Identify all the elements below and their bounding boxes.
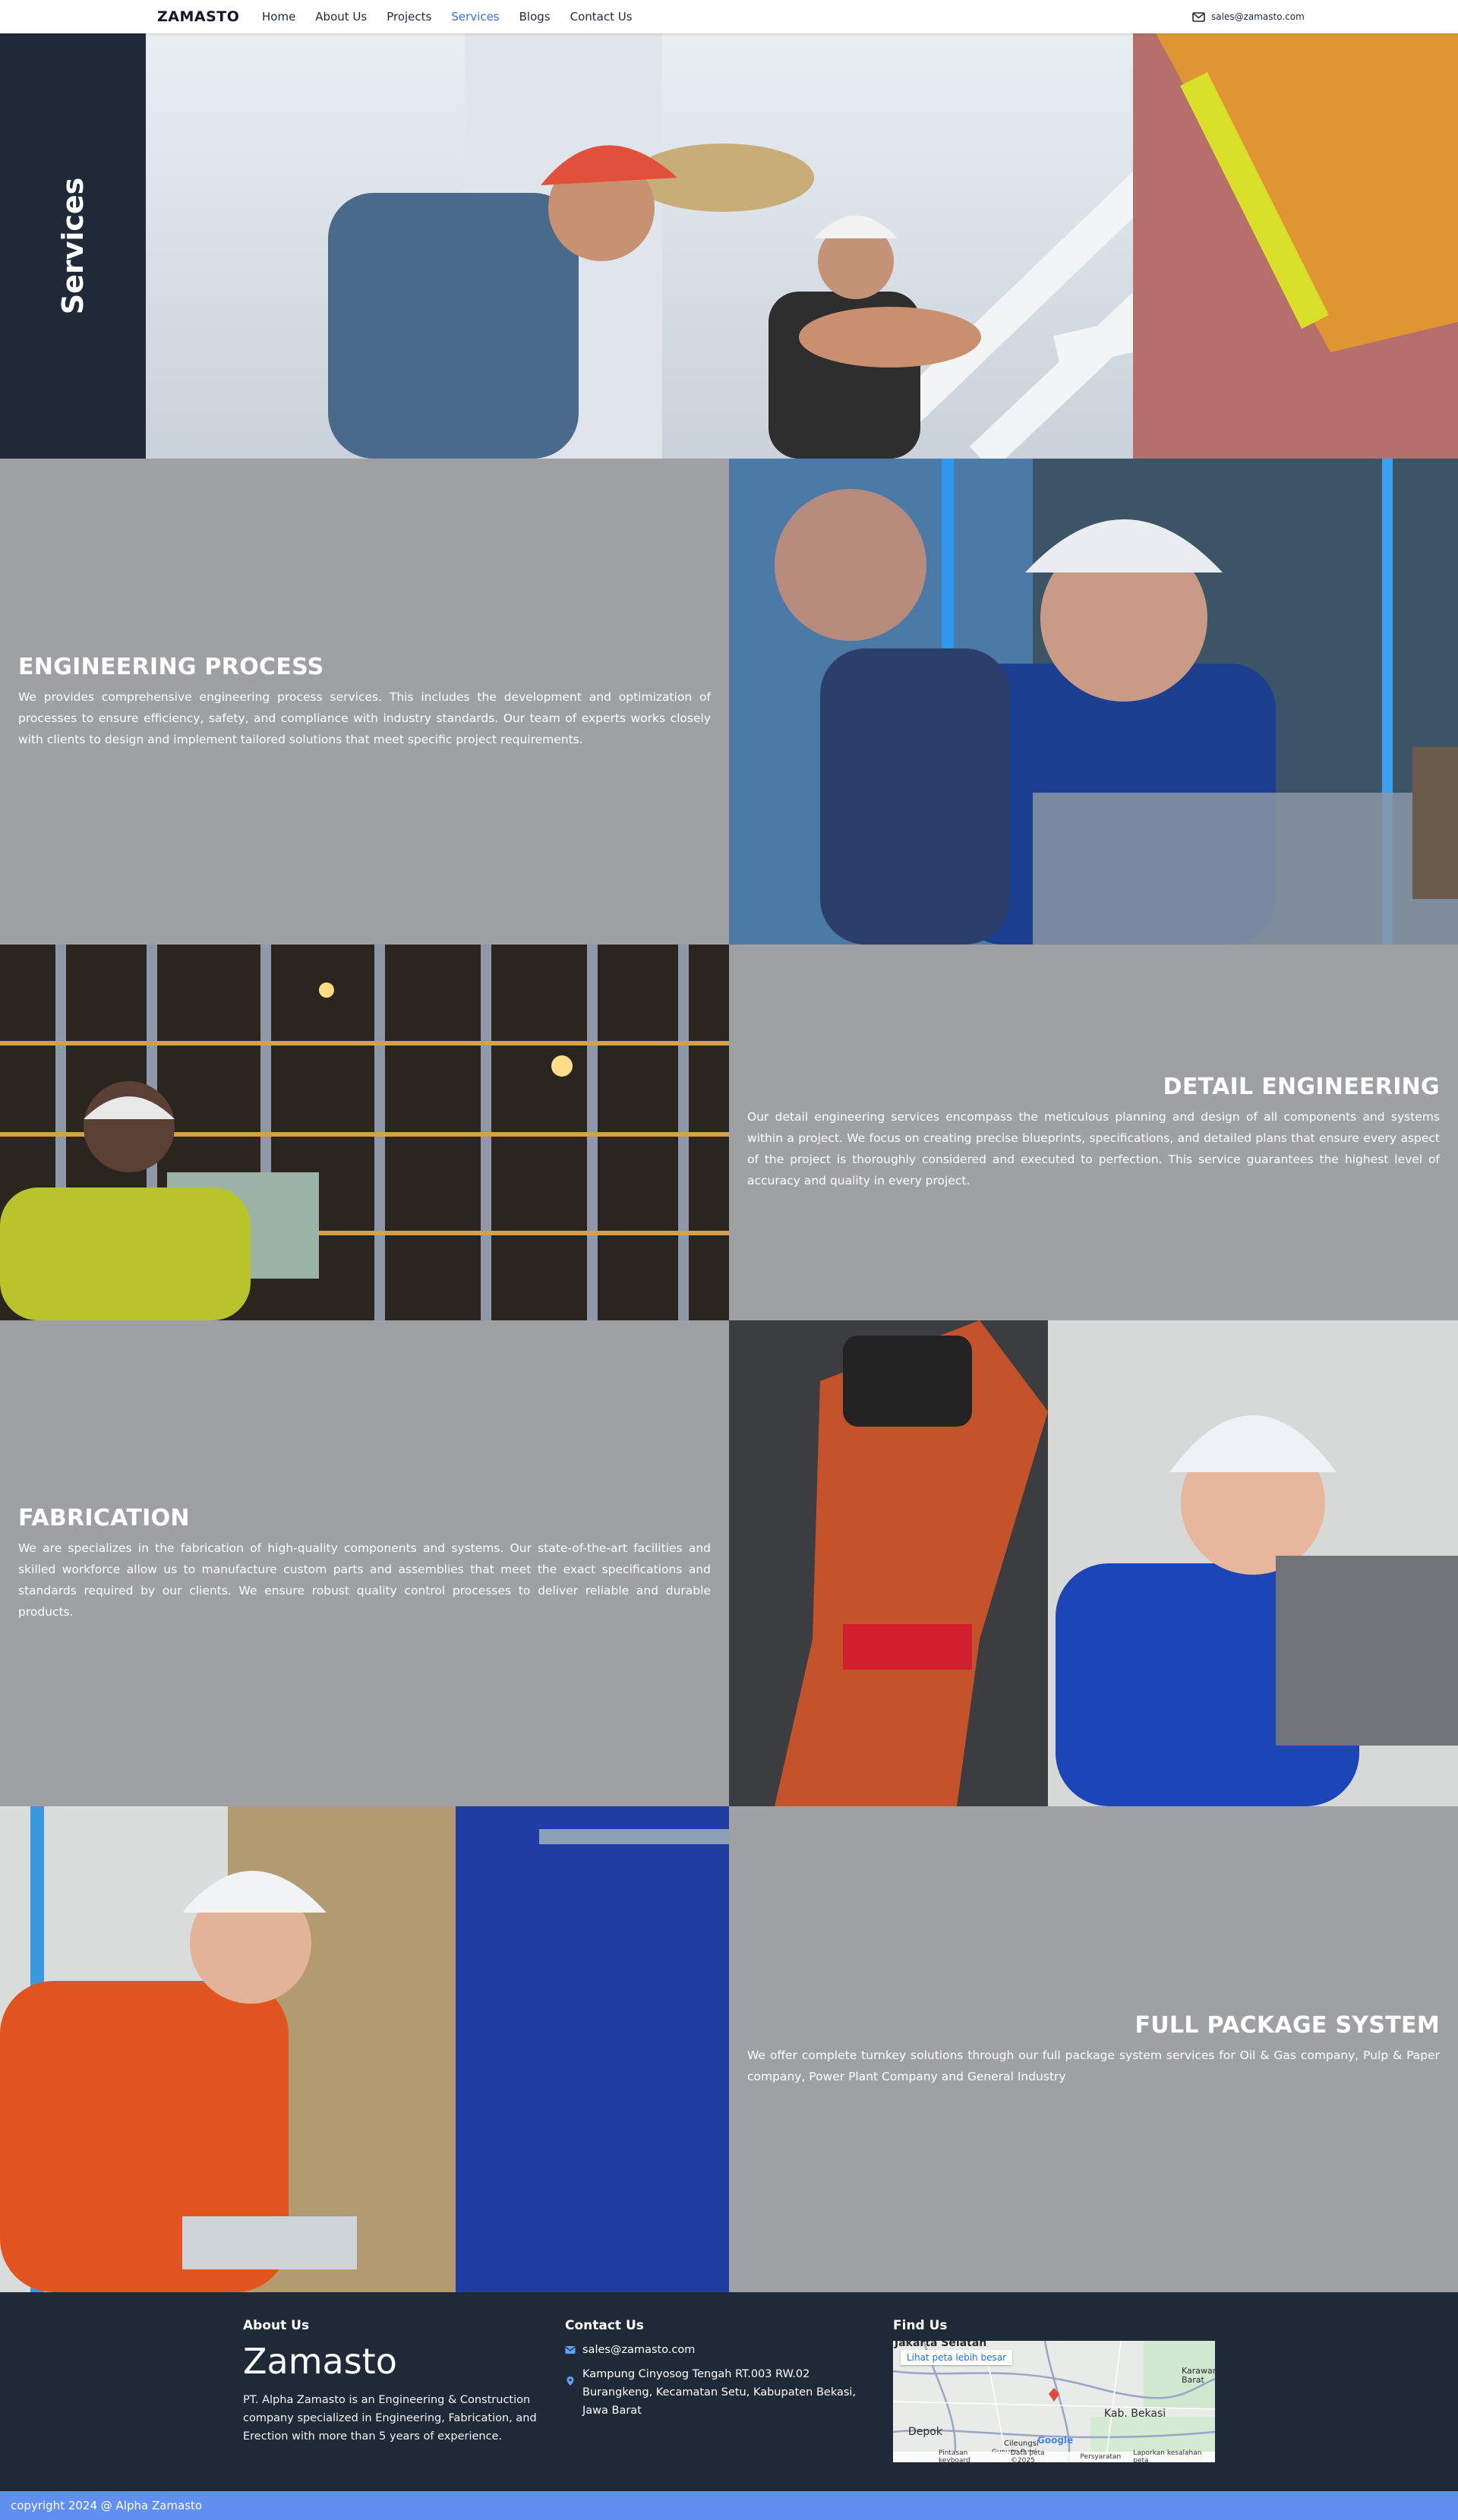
footer-address: Kampung Cinyosog Tengah RT.003 RW.02 Bur…: [582, 2368, 857, 2417]
copyright-bar: copyright 2024 @ Alpha Zamasto: [0, 2491, 1458, 2520]
nav-link-contact-us[interactable]: Contact Us: [570, 10, 633, 24]
footer-about: About Us Zamasto PT. Alpha Zamasto is an…: [243, 2318, 547, 2446]
nav-link-blogs[interactable]: Blogs: [519, 10, 551, 24]
service-text-panel: FULL PACKAGE SYSTEM We offer complete tu…: [729, 1806, 1458, 2292]
copyright-text: copyright 2024 @ Alpha Zamasto: [11, 2499, 203, 2512]
map-label-kab-bekasi: Kab. Bekasi: [1104, 2408, 1166, 2420]
map-label-cileungsi: Cileungsi: [1004, 2440, 1039, 2448]
footer-about-heading: About Us: [243, 2318, 310, 2333]
brand-logo[interactable]: ZAMASTO: [157, 0, 239, 33]
service-image-engineers-inspecting: [729, 459, 1458, 945]
service-title: FABRICATION: [18, 1504, 190, 1531]
site-footer: About Us Zamasto PT. Alpha Zamasto is an…: [0, 2292, 1458, 2491]
service-engineering-process: ENGINEERING PROCESS We provides comprehe…: [0, 459, 1458, 945]
map-data-credit: Data peta ©2025: [1010, 2449, 1045, 2462]
nav-link-about-us[interactable]: About Us: [315, 10, 367, 24]
main-nav: Home About Us Projects Services Blogs Co…: [262, 0, 633, 33]
service-text-panel: ENGINEERING PROCESS We provides comprehe…: [0, 459, 729, 945]
map-label-depok: Depok: [908, 2426, 942, 2438]
service-image-plant-control-room: [0, 945, 729, 1320]
hero-sidebar: Services: [0, 33, 146, 459]
footer-find-heading: Find Us: [893, 2318, 948, 2333]
nav-link-services[interactable]: Services: [451, 10, 499, 24]
footer-brand: Zamasto: [243, 2341, 397, 2382]
service-full-package-system: FULL PACKAGE SYSTEM We offer complete tu…: [0, 1806, 1458, 2292]
map-keyboard-shortcuts[interactable]: Pintasan keyboard: [939, 2449, 999, 2462]
map-view-larger-link[interactable]: Lihat peta lebih besar: [901, 2350, 1012, 2365]
map-label-jakarta-selatan: Jakarta Selatan: [895, 2341, 987, 2349]
map-report-link[interactable]: Laporkan kesalahan peta: [1133, 2449, 1215, 2462]
footer-about-text: PT. Alpha Zamasto is an Engineering & Co…: [243, 2394, 537, 2443]
nav-link-projects[interactable]: Projects: [387, 10, 431, 24]
nav-link-home[interactable]: Home: [262, 10, 295, 24]
service-detail-engineering: DETAIL ENGINEERING Our detail engineerin…: [0, 945, 1458, 1320]
footer-address-row: Kampung Cinyosog Tengah RT.003 RW.02 Bur…: [565, 2365, 869, 2420]
map-pin-icon: [566, 2376, 574, 2386]
service-description: We are specializes in the fabrication of…: [18, 1541, 711, 1619]
service-image-engineer-orange-jacket: [0, 1806, 729, 2292]
envelope-icon: [1192, 11, 1205, 22]
page-title: Services: [56, 177, 90, 315]
service-title: FULL PACKAGE SYSTEM: [1135, 2011, 1440, 2039]
nav-email-link[interactable]: sales@zamasto.com: [1192, 0, 1305, 33]
nav-email-text: sales@zamasto.com: [1211, 11, 1305, 22]
service-text-panel: DETAIL ENGINEERING Our detail engineerin…: [729, 945, 1458, 1320]
footer-contact-heading: Contact Us: [565, 2318, 644, 2333]
footer-find-us: Find Us Lihat peta lebih besar Jakarta S…: [893, 2318, 1215, 2462]
hero-image-teamwork-handshake: [146, 33, 1458, 459]
service-text-panel: FABRICATION We are specializes in the fa…: [0, 1320, 729, 1806]
footer-contact: Contact Us sales@zamasto.com Kampung Cin…: [565, 2318, 869, 2426]
hero-section: Services: [0, 33, 1458, 459]
map-attribution-bar: Pintasan keyboard Data peta ©2025 Persya…: [893, 2449, 1215, 2462]
navbar: ZAMASTO Home About Us Projects Services …: [0, 0, 1458, 33]
service-title: DETAIL ENGINEERING: [1163, 1074, 1440, 1100]
service-image-robot-arm-engineer: [729, 1320, 1458, 1806]
map-label-karawang: Karawang Barat: [1182, 2366, 1215, 2385]
footer-email[interactable]: sales@zamasto.com: [582, 2341, 695, 2359]
google-logo: Google: [1037, 2435, 1074, 2446]
embedded-map[interactable]: Lihat peta lebih besar Jakarta Selatan K…: [893, 2341, 1215, 2462]
map-terms-link[interactable]: Persyaratan: [1080, 2453, 1121, 2461]
service-fabrication: FABRICATION We are specializes in the fa…: [0, 1320, 1458, 1806]
service-description: Our detail engineering services encompas…: [747, 1110, 1440, 1187]
service-description: We provides comprehensive engineering pr…: [18, 689, 711, 746]
footer-email-row[interactable]: sales@zamasto.com: [565, 2341, 869, 2359]
envelope-icon: [565, 2346, 576, 2354]
service-description: We offer complete turnkey solutions thro…: [747, 2048, 1440, 2083]
service-title: ENGINEERING PROCESS: [18, 653, 324, 680]
